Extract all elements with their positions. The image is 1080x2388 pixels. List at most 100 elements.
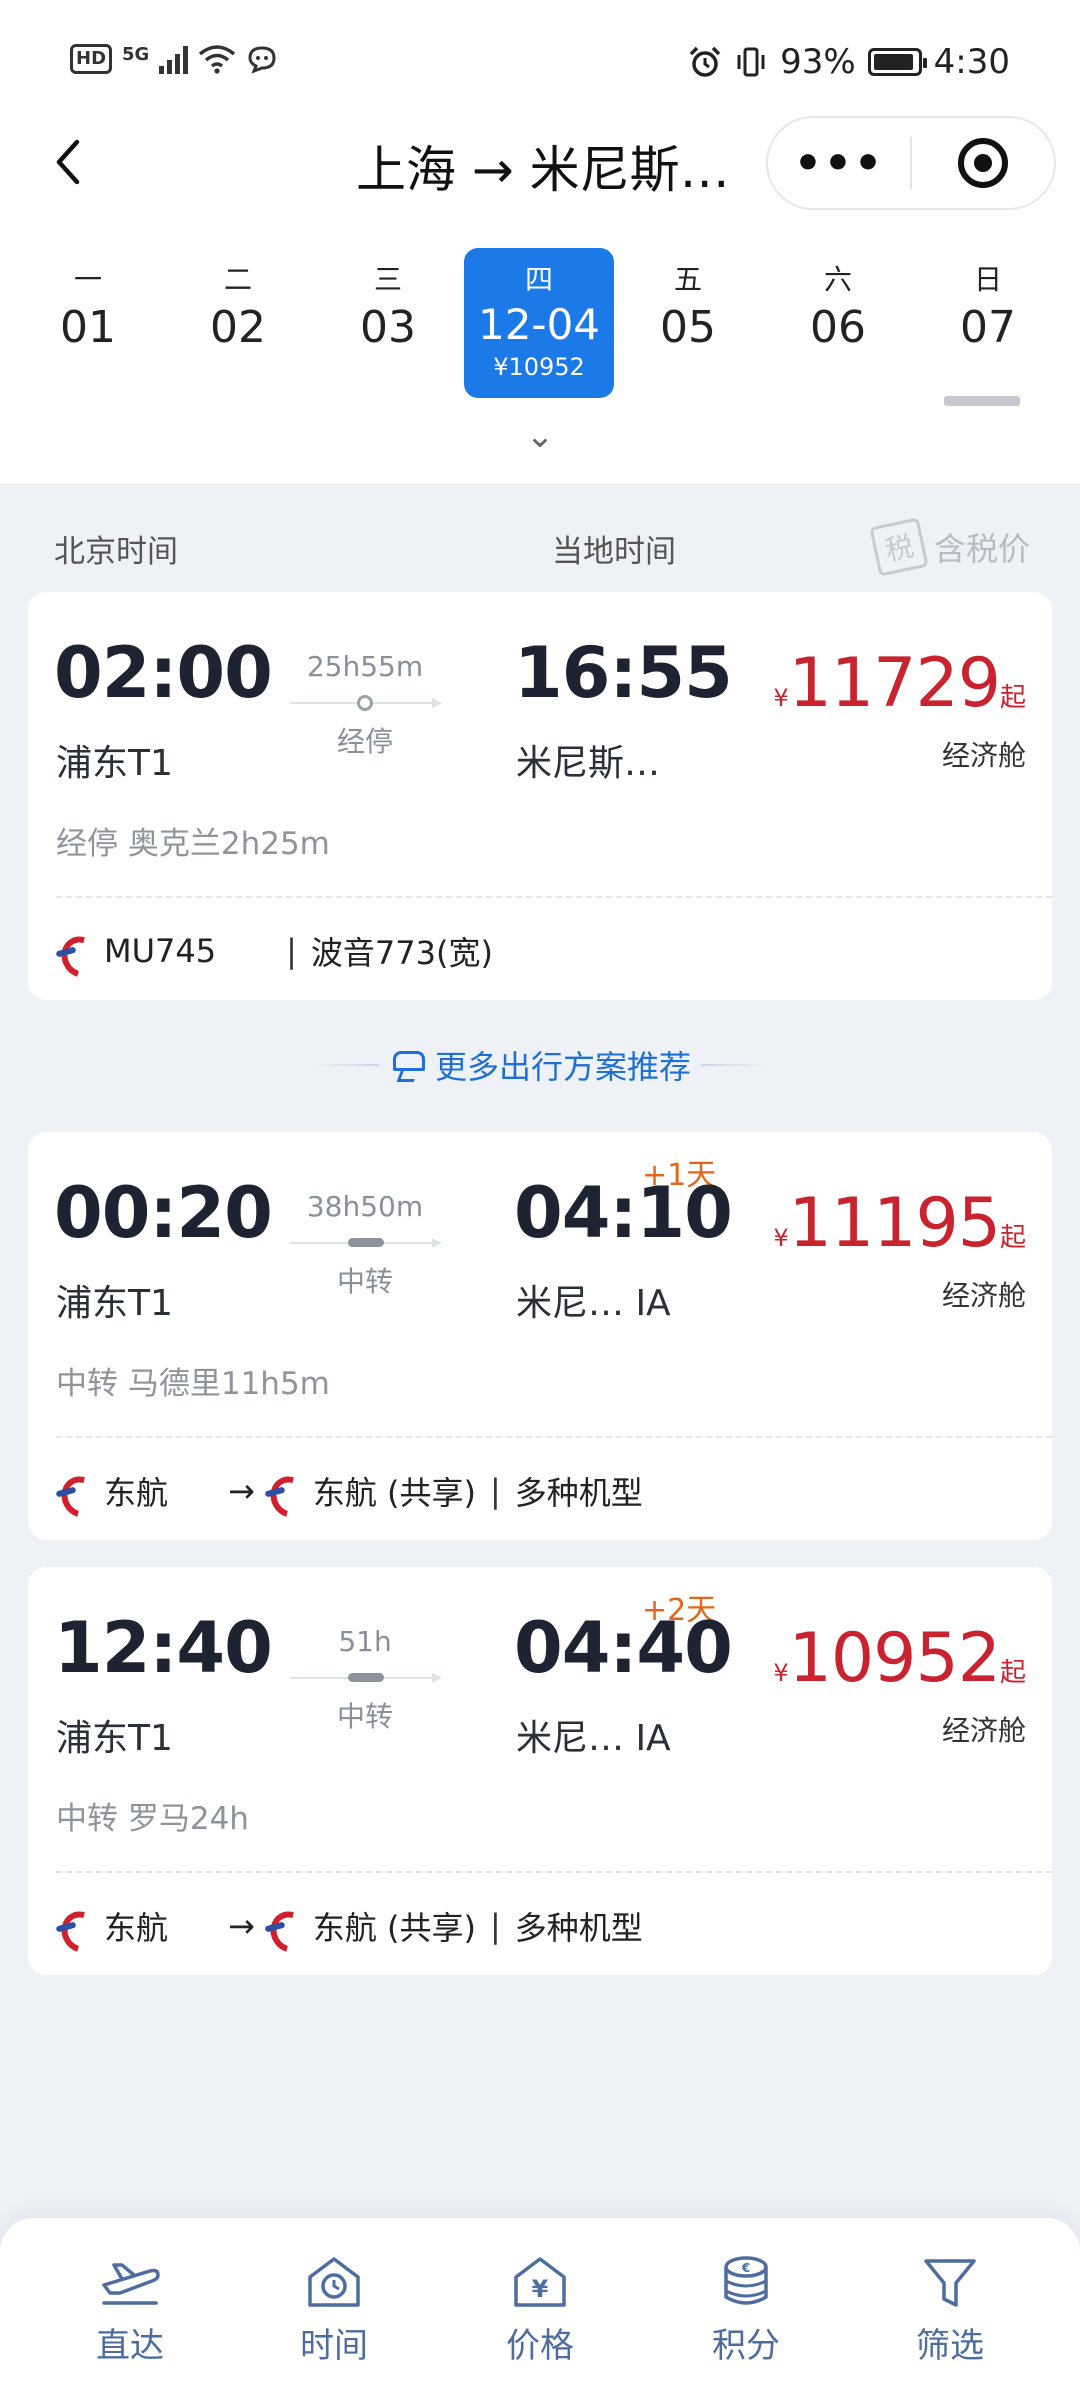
card-divider bbox=[56, 1871, 1052, 1873]
expand-calendar-button[interactable]: ⌄ bbox=[516, 416, 564, 456]
airline-row: 东航 → 东航 (共享) | 多种机型 bbox=[56, 1468, 643, 1514]
arrival-airport: 米尼… IA bbox=[516, 1283, 671, 1324]
signal-icon bbox=[159, 44, 189, 74]
flight-duration: 38h50m bbox=[306, 1190, 424, 1223]
date-lowest-price: ¥10952 bbox=[493, 353, 585, 381]
svg-text:¥: ¥ bbox=[532, 2275, 549, 2303]
network-type: 5G bbox=[122, 44, 150, 65]
close-mini-program-button[interactable] bbox=[912, 138, 1054, 188]
date-number: 02 bbox=[210, 302, 266, 353]
price-value: 11195 bbox=[788, 1184, 1001, 1263]
route-suggest-icon bbox=[389, 1047, 425, 1083]
flight-duration: 51h bbox=[338, 1625, 392, 1658]
price-from-suffix: 起 bbox=[999, 683, 1026, 713]
plane-icon bbox=[95, 2252, 165, 2314]
date-scroll-indicator bbox=[944, 396, 1020, 406]
date-number: 07 bbox=[960, 302, 1016, 353]
price-from-suffix: 起 bbox=[999, 1223, 1026, 1253]
chevron-left-icon bbox=[56, 139, 80, 185]
tax-included-toggle[interactable]: 税 含税价 bbox=[869, 517, 1030, 577]
price-currency: ¥ bbox=[773, 1224, 789, 1252]
flight-number: MU745 bbox=[104, 932, 217, 970]
date-item[interactable]: 二 02 bbox=[163, 248, 313, 398]
arrival-airport: 米尼… IA bbox=[516, 1718, 671, 1759]
departure-airport: 浦东T1 bbox=[56, 743, 173, 784]
stop-type: 中转 bbox=[336, 1265, 393, 1298]
nav-filter-label: 筛选 bbox=[916, 2326, 984, 2366]
departure-time: 00:20 bbox=[54, 1172, 273, 1254]
target-icon bbox=[957, 138, 1008, 188]
cabin-class: 经济舱 bbox=[941, 1279, 1026, 1312]
stop-type: 中转 bbox=[336, 1700, 393, 1733]
alarm-icon bbox=[689, 46, 721, 77]
svg-text:€: € bbox=[741, 2261, 750, 2275]
stop-type: 经停 bbox=[336, 725, 393, 758]
clock-icon bbox=[299, 2252, 369, 2314]
date-item[interactable]: 三 03 bbox=[313, 248, 463, 398]
vibrate-icon bbox=[737, 47, 765, 77]
cabin-class: 经济舱 bbox=[941, 739, 1026, 772]
tax-icon: 税 bbox=[869, 517, 929, 577]
transfer-bar-icon bbox=[348, 1238, 384, 1247]
departure-time: 02:00 bbox=[54, 632, 273, 714]
arrival-time: 16:55 bbox=[514, 632, 733, 714]
arrival-airport: 米尼斯… bbox=[516, 743, 661, 784]
transfer-bar-icon bbox=[348, 1673, 384, 1682]
china-eastern-logo-icon bbox=[56, 1909, 90, 1943]
header: 上海 → 米尼斯… ••• bbox=[0, 110, 1080, 220]
price: ¥11729起 bbox=[773, 644, 1026, 723]
local-time-label: 当地时间 bbox=[552, 534, 676, 570]
china-eastern-logo-icon bbox=[265, 1474, 299, 1508]
date-item-selected[interactable]: 四 12-04 ¥10952 bbox=[464, 248, 614, 398]
reco-line-right bbox=[701, 1064, 771, 1066]
chevron-down-icon: ⌄ bbox=[525, 416, 555, 456]
nav-points[interactable]: € 积分 bbox=[656, 2252, 836, 2367]
back-button[interactable] bbox=[38, 132, 98, 192]
filter-icon bbox=[915, 2252, 985, 2314]
price-currency: ¥ bbox=[773, 1659, 789, 1687]
nav-direct[interactable]: 直达 bbox=[40, 2252, 220, 2367]
more-button[interactable]: ••• bbox=[768, 138, 910, 189]
beijing-time-label: 北京时间 bbox=[54, 534, 178, 570]
page-title: 上海 → 米尼斯… bbox=[356, 141, 730, 199]
battery-icon bbox=[867, 48, 927, 76]
nav-filter[interactable]: 筛选 bbox=[860, 2252, 1040, 2367]
price-currency: ¥ bbox=[773, 684, 789, 712]
more-options-label: 更多出行方案推荐 bbox=[434, 1048, 691, 1086]
arrival-time: 04:40 bbox=[514, 1607, 733, 1689]
date-item[interactable]: 五 05 bbox=[613, 248, 763, 398]
price: ¥10952起 bbox=[773, 1619, 1026, 1698]
flight-card[interactable]: 12:40 浦东T1 51h 中转 +2天 04:40 米尼… IA ¥1095… bbox=[28, 1567, 1052, 1975]
nav-time-label: 时间 bbox=[300, 2326, 368, 2366]
departure-time: 12:40 bbox=[54, 1607, 273, 1689]
price-from-suffix: 起 bbox=[999, 1658, 1026, 1688]
china-eastern-logo-icon bbox=[56, 1474, 90, 1508]
more-options-link[interactable]: 更多出行方案推荐 bbox=[0, 1040, 1080, 1090]
arrival-time: 04:10 bbox=[514, 1172, 733, 1254]
date-item[interactable]: 六 06 bbox=[763, 248, 913, 398]
date-strip: 一 01 二 02 三 03 四 12-04 ¥10952 五 05 六 06 … bbox=[0, 220, 1080, 485]
price-value: 10952 bbox=[788, 1619, 1001, 1698]
date-weekday: 六 bbox=[823, 263, 852, 296]
flight-card[interactable]: 02:00 浦东T1 25h55m 经停 16:55 米尼斯… ¥11729起 … bbox=[28, 592, 1052, 1000]
separator: | bbox=[489, 1472, 501, 1510]
date-weekday: 四 bbox=[524, 263, 553, 296]
cabin-class: 经济舱 bbox=[941, 1714, 1026, 1747]
battery-percent: 93% bbox=[780, 42, 856, 82]
aircraft-type: 多种机型 bbox=[514, 1909, 643, 1947]
flight-card[interactable]: 00:20 浦东T1 38h50m 中转 +1天 04:10 米尼… IA ¥1… bbox=[28, 1132, 1052, 1540]
nav-direct-label: 直达 bbox=[96, 2326, 164, 2366]
nav-points-label: 积分 bbox=[712, 2326, 780, 2366]
date-item[interactable]: 一 01 bbox=[13, 248, 163, 398]
date-weekday: 五 bbox=[673, 263, 702, 296]
date-number: 12-04 bbox=[477, 300, 601, 349]
date-weekday: 二 bbox=[223, 263, 252, 296]
nav-price-label: 价格 bbox=[506, 2326, 574, 2366]
separator: | bbox=[489, 1907, 501, 1945]
china-eastern-logo-icon bbox=[265, 1909, 299, 1943]
date-number: 06 bbox=[810, 302, 866, 353]
stop-info: 经停 奥克兰2h25m bbox=[56, 826, 330, 862]
nav-time[interactable]: 时间 bbox=[244, 2252, 424, 2367]
nav-price[interactable]: ¥ 价格 bbox=[450, 2252, 630, 2367]
date-item[interactable]: 日 07 bbox=[913, 248, 1063, 398]
